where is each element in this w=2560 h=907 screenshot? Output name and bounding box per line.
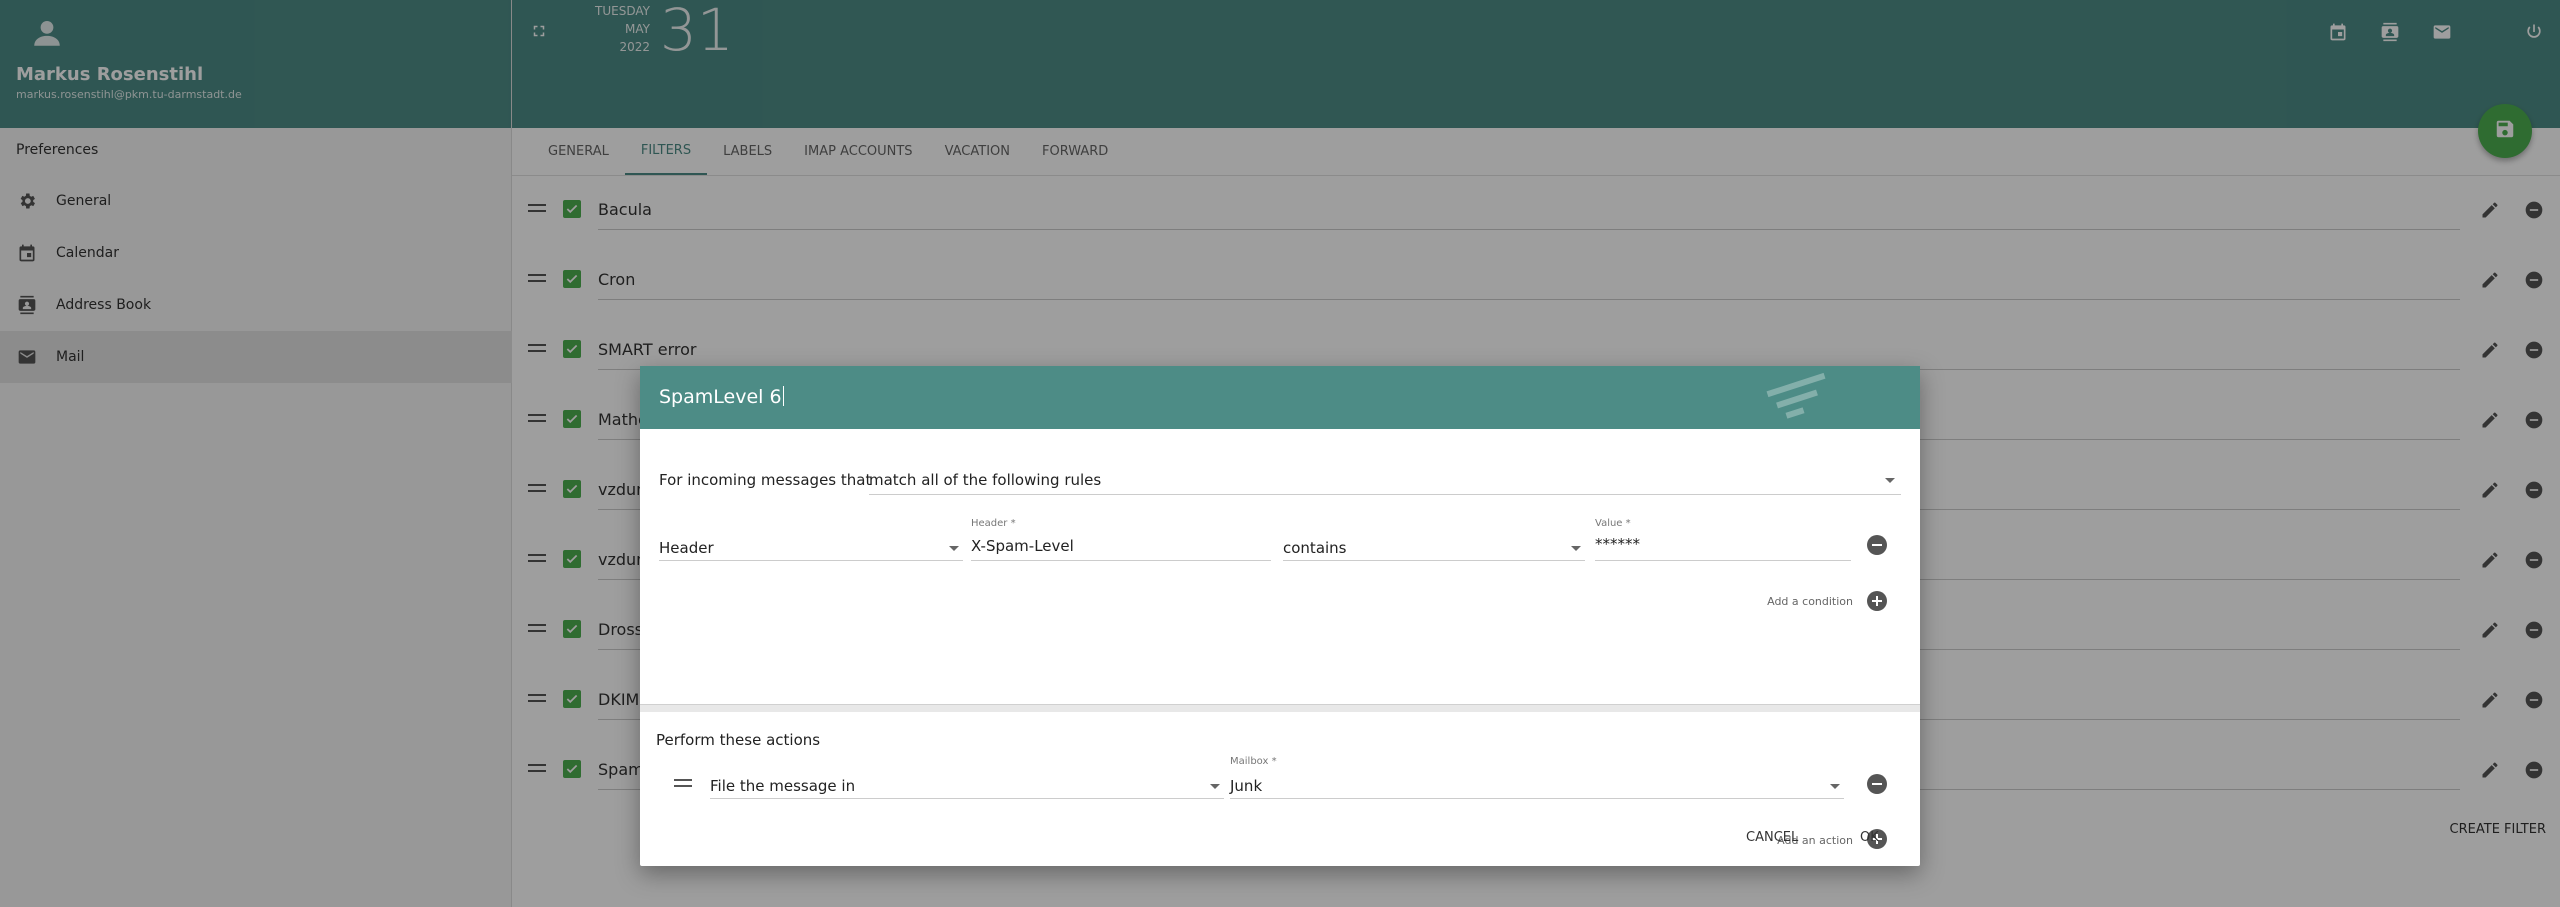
value-label: Value * <box>1595 518 1631 529</box>
plus-icon <box>1872 596 1882 606</box>
drag-handle-icon[interactable] <box>674 779 692 787</box>
minus-icon <box>1872 544 1882 546</box>
header-label: Header * <box>971 518 1016 529</box>
header-value: X-Spam-Level <box>971 537 1074 555</box>
chevron-down-icon <box>1210 784 1220 789</box>
section-divider <box>640 704 1920 712</box>
incoming-label: For incoming messages that <box>659 471 872 489</box>
condition-field-value: Header <box>659 539 714 557</box>
chevron-down-icon <box>1885 478 1895 483</box>
cancel-button[interactable]: CANCEL <box>1746 830 1798 845</box>
operator-value: contains <box>1283 539 1347 557</box>
operator-select[interactable]: contains <box>1283 533 1585 561</box>
filter-logo-icon <box>1760 370 1830 430</box>
add-condition-button[interactable] <box>1867 591 1887 611</box>
mailbox-label: Mailbox * <box>1230 756 1277 767</box>
filter-name-input[interactable]: SpamLevel 6 <box>659 386 784 408</box>
mailbox-value: Junk <box>1230 777 1263 795</box>
header-input[interactable]: X-Spam-Level <box>971 533 1271 561</box>
chevron-down-icon <box>1830 784 1840 789</box>
dialog-header: SpamLevel 6 <box>640 366 1920 429</box>
value-input[interactable]: ****** <box>1595 533 1851 561</box>
value-text: ****** <box>1595 535 1640 553</box>
minus-icon <box>1872 783 1882 785</box>
action-type-select[interactable]: File the message in <box>710 771 1224 799</box>
condition-field-select[interactable]: Header <box>659 533 963 561</box>
match-select[interactable]: match all of the following rules <box>869 467 1901 495</box>
ok-button[interactable]: OK <box>1860 830 1879 845</box>
actions-title: Perform these actions <box>656 731 821 749</box>
chevron-down-icon <box>949 546 959 551</box>
remove-action-button[interactable] <box>1867 774 1887 794</box>
match-value: match all of the following rules <box>869 471 1102 489</box>
remove-condition-button[interactable] <box>1867 535 1887 555</box>
filter-dialog: SpamLevel 6 For incoming messages that m… <box>640 366 1920 866</box>
filter-name-value: SpamLevel 6 <box>659 386 782 408</box>
add-condition-label: Add a condition <box>1767 595 1853 608</box>
action-type-value: File the message in <box>710 777 856 795</box>
dialog-body: For incoming messages that match all of … <box>640 429 1920 866</box>
chevron-down-icon <box>1571 546 1581 551</box>
mailbox-select[interactable]: Junk <box>1230 771 1844 799</box>
